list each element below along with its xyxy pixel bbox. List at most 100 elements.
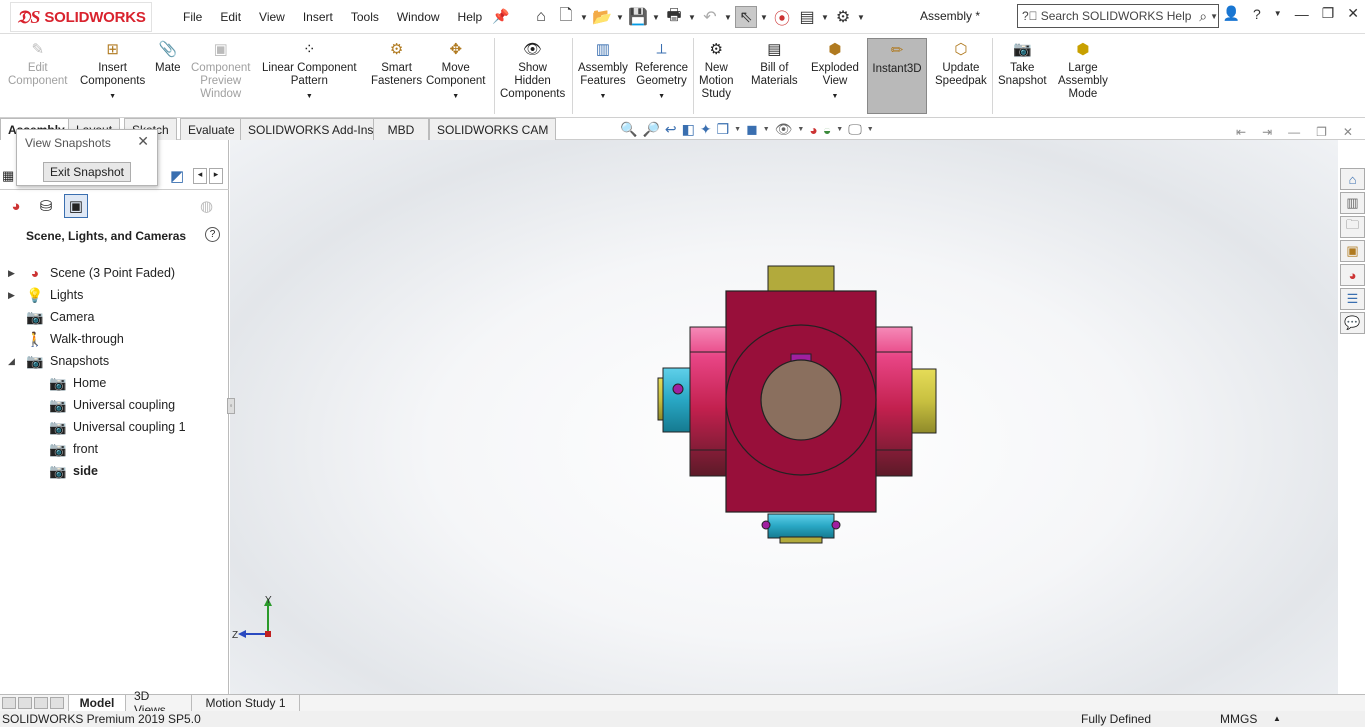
assembly-features-dropdown-icon[interactable]: ▼ [599,90,606,103]
appearances-icon[interactable]: ◕ [4,194,28,218]
search-icon[interactable]: ⌕ [1199,8,1207,25]
help-dropdown-icon[interactable]: ▼ [1274,9,1282,18]
view-palette-icon[interactable]: ▣ [1340,240,1365,262]
collapse-left-icon[interactable]: ⇤ [1236,125,1246,139]
exploded-view-dropdown-icon[interactable]: ▼ [832,90,839,103]
solidworks-resources-icon[interactable]: ⌂ [1340,168,1365,190]
hide-show-items-icon[interactable]: 👁 [775,121,793,138]
hide-show-dropdown-icon[interactable]: ▼ [797,126,804,133]
forum-icon[interactable]: 💬 [1340,312,1365,334]
tab-motion-study-1[interactable]: Motion Study 1 [192,695,300,711]
view-settings-dropdown-icon[interactable]: ▼ [867,126,874,133]
exploded-view-button[interactable]: ⬢ Exploded View ▼ [811,38,859,103]
apply-scene-icon[interactable]: ◒ [823,122,831,138]
assembly-features-button[interactable]: ▥ Assembly Features ▼ [578,38,628,103]
expand-arrow-icon[interactable]: ▶ [8,290,15,301]
close-icon[interactable]: ✕ [137,133,149,150]
options-dropdown-icon[interactable]: ▼ [857,13,865,22]
menu-file[interactable]: File [174,10,211,24]
tab-evaluate[interactable]: Evaluate [180,118,243,140]
display-style-dropdown-icon[interactable]: ▼ [763,126,770,133]
viewport-minimize-icon[interactable]: — [1288,125,1300,139]
menu-insert[interactable]: Insert [294,10,342,24]
tree-item[interactable]: 📷 Universal coupling [0,394,229,416]
help-icon[interactable]: ? [1253,6,1261,22]
move-component-dropdown-icon[interactable]: ▼ [452,90,459,103]
units-selector[interactable]: MMGS [1220,712,1257,726]
undo-dropdown-icon[interactable]: ▼ [724,13,732,22]
take-snapshot-button[interactable]: 📷 Take Snapshot [998,38,1047,88]
render-icon[interactable]: ◍ [200,197,213,215]
restore-icon[interactable]: ❐ [1322,5,1335,22]
help-search-input[interactable]: ?⃝ Search SOLIDWORKS Help ⌕ ▼ [1017,4,1219,28]
bill-of-materials-button[interactable]: ▤ Bill of Materials [751,38,798,88]
section-view-icon[interactable]: ◧ [682,121,695,138]
feature-manager-tab-icon[interactable]: ▦ [2,168,14,184]
collapse-arrow-icon[interactable]: ◢ [8,356,15,367]
first-tab-icon[interactable] [2,697,16,709]
print-dropdown-icon[interactable]: ▼ [688,13,696,22]
tree-item[interactable]: 📷 front [0,438,229,460]
insert-components-button[interactable]: ⊞ Insert Components ▼ [80,38,145,103]
undo-icon[interactable]: ↶ [699,6,721,28]
new-dropdown-icon[interactable]: ▼ [580,13,588,22]
open-icon[interactable]: 📂 [591,6,613,28]
home-icon[interactable]: ⌂ [530,6,552,28]
viewport-close-icon[interactable]: ✕ [1343,125,1353,139]
reference-geometry-button[interactable]: ⟂ Reference Geometry ▼ [635,38,688,103]
large-assembly-mode-button[interactable]: ⬢ Large Assembly Mode [1058,38,1108,101]
properties-dropdown-icon[interactable]: ▼ [821,13,829,22]
edit-component-button[interactable]: ✎ Edit Component [8,38,67,88]
reference-geometry-dropdown-icon[interactable]: ▼ [658,90,665,103]
new-document-icon[interactable]: 🗋 [555,6,577,28]
save-icon[interactable]: 💾 [627,6,649,28]
decals-icon[interactable]: ⛁ [34,194,58,218]
search-dropdown-icon[interactable]: ▼ [1210,12,1218,21]
expand-arrow-icon[interactable]: ▶ [8,268,15,279]
tree-item[interactable]: ▶ 💡 Lights [0,284,229,306]
solidworks-logo[interactable]: 𝔇S SOLIDWORKS [10,2,152,32]
previous-view-icon[interactable]: ↩ [665,121,677,138]
show-hidden-components-button[interactable]: 👁 Show Hidden Components [500,38,565,101]
close-icon[interactable]: ✕ [1347,5,1359,22]
tree-item[interactable]: 🚶 Walk-through [0,328,229,350]
viewport-restore-icon[interactable]: ❐ [1316,125,1327,139]
tab-solidworks-cam[interactable]: SOLIDWORKS CAM [429,118,557,140]
units-dropdown-icon[interactable]: ▲ [1273,714,1281,723]
menu-tools[interactable]: Tools [342,10,388,24]
display-manager-tab-icon[interactable]: ◩ [170,167,184,185]
next-tab-icon[interactable] [34,697,48,709]
scene-lights-cameras-icon[interactable]: ▣ [64,194,88,218]
prev-tab-icon[interactable] [18,697,32,709]
appearances-scenes-icon[interactable]: ◕ [1340,264,1365,286]
save-dropdown-icon[interactable]: ▼ [652,13,660,22]
insert-components-dropdown-icon[interactable]: ▼ [109,90,116,103]
smart-fasteners-button[interactable]: ⚙ Smart Fasteners [371,38,422,88]
view-settings-icon[interactable]: 🖵 [848,121,862,138]
move-component-button[interactable]: ✥ Move Component ▼ [426,38,485,103]
pin-icon[interactable]: 📌 [492,8,509,25]
tab-solidworks-add-ins[interactable]: SOLIDWORKS Add-Ins [240,118,382,140]
instant3d-button[interactable]: ✏ Instant3D [867,38,927,114]
exit-snapshot-button[interactable]: Exit Snapshot [43,162,131,182]
menu-view[interactable]: View [250,10,294,24]
select-cursor-icon[interactable]: ⇖ [735,6,757,28]
linear-pattern-dropdown-icon[interactable]: ▼ [306,90,313,103]
zoom-to-fit-icon[interactable]: 🔍 [620,121,637,138]
minimize-icon[interactable]: — [1295,6,1309,22]
menu-window[interactable]: Window [388,10,449,24]
display-style-icon[interactable]: ◼ [746,121,758,138]
file-properties-icon[interactable]: ▤ [796,6,818,28]
component-preview-window-button[interactable]: ▣ Component Preview Window [191,38,250,101]
menu-help[interactable]: Help [449,10,492,24]
coupling-model[interactable] [230,140,1338,694]
tree-item[interactable]: ▶ ◕ Scene (3 Point Faded) [0,262,229,284]
design-library-icon[interactable]: ▥ [1340,192,1365,214]
open-dropdown-icon[interactable]: ▼ [616,13,624,22]
user-icon[interactable]: 👤 [1223,5,1240,22]
new-motion-study-button[interactable]: ⚙ New Motion Study [699,38,734,101]
tree-item[interactable]: 📷 Camera [0,306,229,328]
file-explorer-icon[interactable]: 🗀 [1340,216,1365,238]
tree-item[interactable]: 📷 Universal coupling 1 [0,416,229,438]
menu-edit[interactable]: Edit [211,10,250,24]
